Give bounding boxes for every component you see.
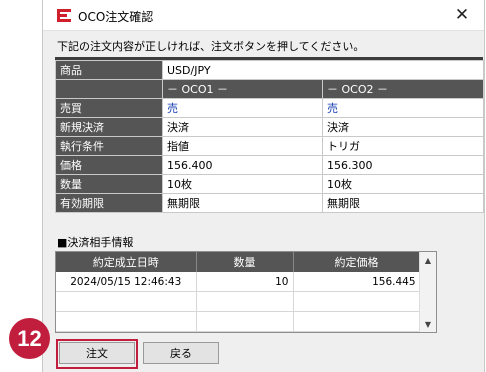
row-label: 新規決済 [55, 117, 163, 137]
oco2-value: 無期限 [321, 193, 485, 213]
back-button[interactable]: 戻る [143, 342, 219, 364]
oco1-value: 指値 [162, 136, 323, 156]
oco2-value: 決済 [321, 117, 485, 137]
column-header-quantity: 数量 [196, 252, 294, 272]
oco1-value: 156.400 [162, 155, 323, 175]
oco1-value: 決済 [162, 117, 323, 137]
window-title: OCO注文確認 [78, 10, 154, 24]
product-value: USD/JPY [161, 60, 485, 80]
table-row-empty [56, 311, 421, 332]
close-button[interactable]: ✕ [440, 0, 484, 30]
cell-datetime: 2024/05/15 12:46:43 [56, 272, 197, 292]
order-detail-table: 商品 USD/JPY － OCO1 － － OCO2 － 売買 売 売 新規決済… [55, 60, 485, 213]
oco2-value: 156.300 [321, 155, 485, 175]
row-label: 価格 [55, 155, 163, 175]
product-label: 商品 [55, 60, 163, 80]
table-row[interactable]: 2024/05/15 12:46:43 10 156.445 [56, 272, 421, 292]
column-header-datetime: 約定成立日時 [56, 252, 197, 272]
settlement-grid[interactable]: 約定成立日時 数量 約定価格 2024/05/15 12:46:43 10 15… [55, 251, 437, 333]
scroll-up-icon[interactable]: ▲ [420, 252, 436, 268]
order-row-expiry: 有効期限 無期限 無期限 [55, 193, 485, 213]
oco1-value: 10枚 [162, 174, 323, 194]
order-row-condition: 執行条件 指値 トリガ [55, 136, 485, 156]
cell-price: 156.445 [293, 272, 421, 292]
close-icon: ✕ [454, 5, 470, 25]
oco1-header: － OCO1 － [162, 79, 323, 99]
app-logo-icon [57, 9, 71, 22]
oco2-value: 売 [321, 98, 485, 118]
oco1-value: 無期限 [162, 193, 323, 213]
oco1-value: 売 [162, 98, 323, 118]
order-row-quantity: 数量 10枚 10枚 [55, 174, 485, 194]
product-row: 商品 USD/JPY [55, 60, 485, 80]
settlement-table: 約定成立日時 数量 約定価格 2024/05/15 12:46:43 10 15… [56, 252, 421, 332]
row-label: 有効期限 [55, 193, 163, 213]
scroll-down-icon[interactable]: ▼ [420, 316, 436, 332]
column-header-price: 約定価格 [293, 252, 421, 272]
order-row-side: 売買 売 売 [55, 98, 485, 118]
oco2-value: 10枚 [321, 174, 485, 194]
order-row-price: 価格 156.400 156.300 [55, 155, 485, 175]
row-label: 執行条件 [55, 136, 163, 156]
order-row-open-close: 新規決済 決済 決済 [55, 117, 485, 137]
oco2-header: － OCO2 － [321, 79, 485, 99]
title-bar: OCO注文確認 ✕ [43, 0, 484, 31]
oco-confirm-dialog: OCO注文確認 ✕ 下記の注文内容が正しければ、注文ボタンを押してください。 商… [42, 0, 485, 372]
oco-header-row: － OCO1 － － OCO2 － [55, 79, 485, 99]
row-label: 数量 [55, 174, 163, 194]
step-badge: 12 [9, 318, 50, 359]
table-row-empty [56, 291, 421, 312]
header-blank-cell [55, 79, 163, 99]
settlement-section-title: ■決済相手情報 [57, 236, 134, 249]
oco2-value: トリガ [321, 136, 485, 156]
vertical-scrollbar[interactable]: ▲ ▼ [419, 252, 436, 332]
row-label: 売買 [55, 98, 163, 118]
order-button-highlight [56, 339, 138, 369]
settlement-header-row: 約定成立日時 数量 約定価格 [56, 252, 421, 272]
cell-quantity: 10 [196, 272, 294, 292]
instruction-text: 下記の注文内容が正しければ、注文ボタンを押してください。 [57, 40, 365, 53]
